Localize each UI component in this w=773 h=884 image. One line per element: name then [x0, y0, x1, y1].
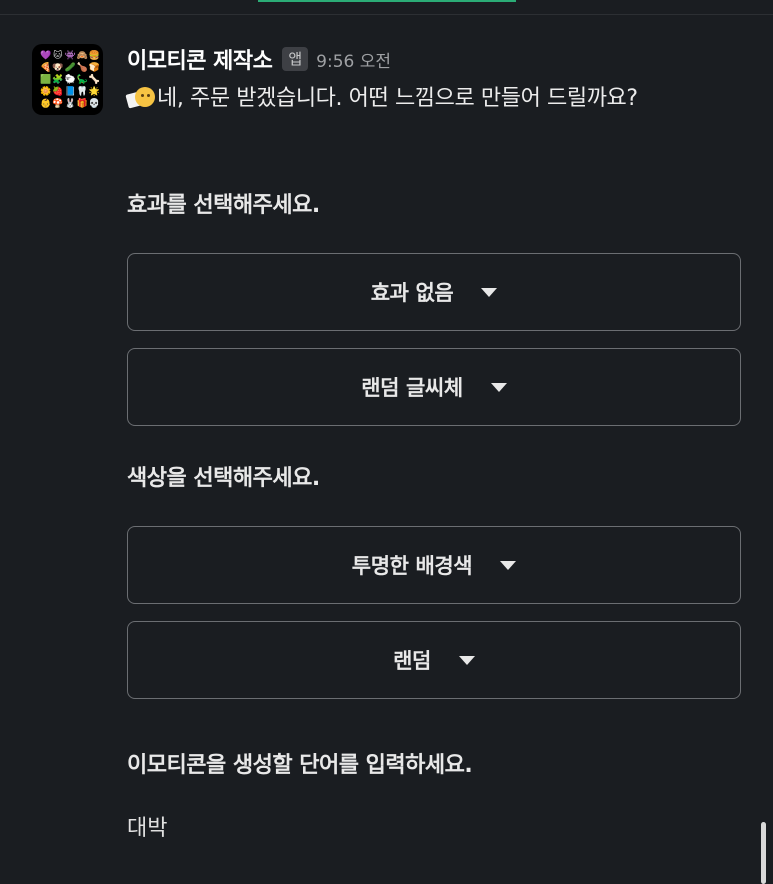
effect-section-label: 효과를 선택해주세요.: [127, 193, 320, 218]
caret-down-icon: [458, 655, 475, 665]
avatar-emoji-icon: 🍔: [88, 51, 101, 61]
timestamp[interactable]: 9:56 오전: [316, 47, 391, 72]
caret-down-icon: [490, 382, 507, 392]
color-select-value: 랜덤: [393, 649, 431, 673]
avatar-emoji-icon: 🐶: [52, 63, 64, 73]
background-select-value: 투명한 배경색: [351, 554, 473, 578]
avatar-emoji-icon: 🍗: [76, 63, 88, 73]
avatar-emoji-icon: 🦴: [88, 75, 101, 85]
avatar-emoji-icon: 🐱: [53, 51, 63, 61]
avatar-emoji-icon: 🍓: [52, 87, 64, 97]
avatar-emoji-icon: 🎁: [76, 99, 88, 109]
app-badge: 앱: [282, 47, 309, 71]
app-avatar[interactable]: 💜 🐱 👾 🙈 🍔 🍕 🐶 🥒 🍗 🍞 🟩 🧩 🐑 🦕 🦴 🌼 🍓 📘 🦷 🌟 👶 🍄 🐰 🎁 💀: [32, 44, 103, 115]
word-section-label: 이모티콘을 생성할 단어를 입력하세요.: [127, 753, 473, 778]
top-divider: [0, 14, 773, 15]
color-select[interactable]: 랜덤: [127, 621, 741, 699]
avatar-emoji-icon: 🙈: [76, 51, 88, 61]
avatar-emoji-icon: 💜: [40, 51, 52, 61]
effect-select[interactable]: 효과 없음: [127, 253, 741, 331]
effect-select-value: 효과 없음: [370, 281, 454, 305]
message: 이모티콘 제작소 앱 9:56 오전 네, 주문 받겠습니다. 어떤 느낌으로 …: [125, 42, 743, 115]
color-section-label: 색상을 선택해주세요.: [127, 466, 320, 491]
avatar-emoji-icon: 💀: [88, 99, 101, 109]
avatar-emoji-icon: 👶: [40, 99, 52, 109]
message-body: 네, 주문 받겠습니다. 어떤 느낌으로 만들어 드릴까요?: [125, 82, 743, 115]
avatar-emoji-icon: 🌟: [88, 87, 101, 97]
thinking-note-emoji-icon: [125, 85, 155, 109]
sender-name[interactable]: 이모티콘 제작소: [127, 43, 273, 75]
word-answer: 대박: [127, 816, 168, 841]
avatar-emoji-icon: 🐑: [64, 75, 76, 85]
message-header: 이모티콘 제작소 앱 9:56 오전: [127, 42, 743, 76]
avatar-emoji-icon: 🥒: [64, 63, 76, 73]
avatar-emoji-icon: 🍕: [40, 63, 52, 73]
avatar-emoji-icon: 🍞: [88, 63, 101, 73]
caret-down-icon: [481, 287, 498, 297]
font-select[interactable]: 랜덤 글씨체: [127, 348, 741, 426]
avatar-emoji-icon: 👾: [64, 51, 76, 61]
avatar-emoji-icon: 🧩: [52, 75, 64, 85]
scrollbar[interactable]: [761, 822, 766, 884]
background-select[interactable]: 투명한 배경색: [127, 526, 741, 604]
active-tab-indicator: [258, 0, 516, 2]
message-text: 네, 주문 받겠습니다. 어떤 느낌으로 만들어 드릴까요?: [157, 86, 638, 111]
avatar-emoji-icon: 🟩: [40, 75, 52, 85]
font-select-value: 랜덤 글씨체: [361, 376, 463, 400]
avatar-emoji-icon: 🐰: [64, 99, 76, 109]
avatar-emoji-icon: 🦕: [76, 75, 88, 85]
avatar-emoji-icon: 🌼: [40, 87, 52, 97]
avatar-emoji-icon: 🦷: [76, 87, 88, 97]
avatar-emoji-icon: 🍄: [52, 99, 64, 109]
avatar-emoji-icon: 📘: [64, 87, 76, 97]
caret-down-icon: [500, 560, 517, 570]
